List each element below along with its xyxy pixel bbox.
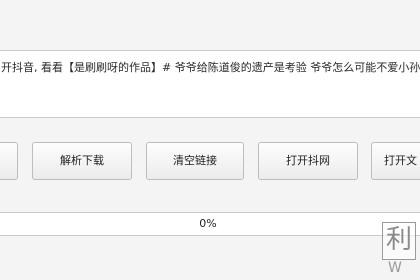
progress-percent-label: 0% <box>199 217 217 230</box>
app-window: 开抖音, 看看【是刷刷呀的作品】# 爷爷给陈道俊的遗产是考验 爷爷怎么可能不爱小… <box>0 0 420 280</box>
open-file-button[interactable]: 打开文 <box>371 142 420 180</box>
watermark-logo: 利 <box>382 222 416 260</box>
watermark-glyph: 利 <box>385 225 412 255</box>
download-progress-bar: 0% <box>0 212 420 236</box>
link-input-text[interactable]: 开抖音, 看看【是刷刷呀的作品】# 爷爷给陈道俊的遗产是考验 爷爷怎么可能不爱小… <box>1 61 420 75</box>
partial-left-button[interactable] <box>0 142 18 180</box>
link-input-box[interactable]: 开抖音, 看看【是刷刷呀的作品】# 爷爷给陈道俊的遗产是考验 爷爷怎么可能不爱小… <box>0 50 420 118</box>
parse-download-button[interactable]: 解析下载 <box>32 142 132 180</box>
watermark-letter: W <box>388 260 403 276</box>
open-douyin-button[interactable]: 打开抖网 <box>258 142 358 180</box>
clear-link-button[interactable]: 清空链接 <box>146 142 244 180</box>
